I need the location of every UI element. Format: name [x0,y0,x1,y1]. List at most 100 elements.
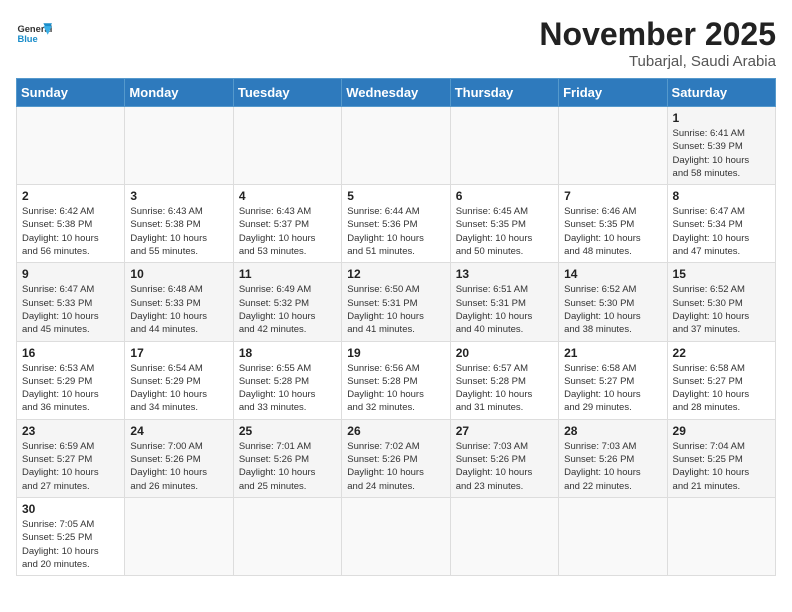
calendar-day-cell: 22 Sunrise: 6:58 AMSunset: 5:27 PMDayligh… [667,341,775,419]
day-info: Sunrise: 6:45 AMSunset: 5:35 PMDaylight:… [456,205,553,258]
weekday-header-row: SundayMondayTuesdayWednesdayThursdayFrid… [17,79,776,107]
calendar-day-cell [125,497,233,575]
day-info: Sunrise: 6:55 AMSunset: 5:28 PMDaylight:… [239,362,336,415]
calendar-day-cell: 11 Sunrise: 6:49 AMSunset: 5:32 PMDayligh… [233,263,341,341]
calendar-day-cell: 30 Sunrise: 7:05 AMSunset: 5:25 PMDayligh… [17,497,125,575]
calendar-day-cell: 18 Sunrise: 6:55 AMSunset: 5:28 PMDayligh… [233,341,341,419]
title-section: November 2025 Tubarjal, Saudi Arabia [539,16,776,70]
day-number: 7 [564,189,661,203]
day-info: Sunrise: 6:47 AMSunset: 5:33 PMDaylight:… [22,283,119,336]
day-info: Sunrise: 7:05 AMSunset: 5:25 PMDaylight:… [22,518,119,571]
day-info: Sunrise: 6:43 AMSunset: 5:38 PMDaylight:… [130,205,227,258]
day-info: Sunrise: 6:49 AMSunset: 5:32 PMDaylight:… [239,283,336,336]
calendar-day-cell [559,107,667,185]
calendar-day-cell [233,107,341,185]
calendar-day-cell [342,497,450,575]
day-info: Sunrise: 6:58 AMSunset: 5:27 PMDaylight:… [564,362,661,415]
calendar-day-cell: 27 Sunrise: 7:03 AMSunset: 5:26 PMDayligh… [450,419,558,497]
day-number: 12 [347,267,444,281]
day-number: 24 [130,424,227,438]
calendar-day-cell: 10 Sunrise: 6:48 AMSunset: 5:33 PMDayligh… [125,263,233,341]
svg-text:Blue: Blue [17,34,37,44]
calendar-table: SundayMondayTuesdayWednesdayThursdayFrid… [16,78,776,576]
day-info: Sunrise: 6:54 AMSunset: 5:29 PMDaylight:… [130,362,227,415]
calendar-day-cell: 21Sunrise: 6:58 AMSunset: 5:27 PMDayligh… [559,341,667,419]
calendar-day-cell: 3 Sunrise: 6:43 AMSunset: 5:38 PMDaylight… [125,185,233,263]
location-subtitle: Tubarjal, Saudi Arabia [539,53,776,70]
day-number: 13 [456,267,553,281]
day-info: Sunrise: 6:41 AMSunset: 5:39 PMDaylight:… [673,127,770,180]
day-info: Sunrise: 6:44 AMSunset: 5:36 PMDaylight:… [347,205,444,258]
day-number: 16 [22,346,119,360]
day-number: 9 [22,267,119,281]
calendar-day-cell: 12 Sunrise: 6:50 AMSunset: 5:31 PMDayligh… [342,263,450,341]
day-info: Sunrise: 6:50 AMSunset: 5:31 PMDaylight:… [347,283,444,336]
day-number: 3 [130,189,227,203]
day-number: 2 [22,189,119,203]
day-info: Sunrise: 6:51 AMSunset: 5:31 PMDaylight:… [456,283,553,336]
day-number: 10 [130,267,227,281]
calendar-day-cell: 28Sunrise: 7:03 AMSunset: 5:26 PMDayligh… [559,419,667,497]
calendar-day-cell [125,107,233,185]
calendar-week-row: 9 Sunrise: 6:47 AMSunset: 5:33 PMDaylight… [17,263,776,341]
calendar-day-cell: 7 Sunrise: 6:46 AMSunset: 5:35 PMDaylight… [559,185,667,263]
calendar-week-row: 16 Sunrise: 6:53 AMSunset: 5:29 PMDayligh… [17,341,776,419]
weekday-header-saturday: Saturday [667,79,775,107]
calendar-week-row: 23Sunrise: 6:59 AMSunset: 5:27 PMDayligh… [17,419,776,497]
day-info: Sunrise: 6:48 AMSunset: 5:33 PMDaylight:… [130,283,227,336]
calendar-week-row: 2Sunrise: 6:42 AMSunset: 5:38 PMDaylight… [17,185,776,263]
calendar-day-cell: 1 Sunrise: 6:41 AMSunset: 5:39 PMDaylight… [667,107,775,185]
day-number: 22 [673,346,770,360]
day-info: Sunrise: 7:03 AMSunset: 5:26 PMDaylight:… [564,440,661,493]
day-info: Sunrise: 7:02 AMSunset: 5:26 PMDaylight:… [347,440,444,493]
day-number: 26 [347,424,444,438]
calendar-day-cell: 19Sunrise: 6:56 AMSunset: 5:28 PMDayligh… [342,341,450,419]
day-info: Sunrise: 7:04 AMSunset: 5:25 PMDaylight:… [673,440,770,493]
day-info: Sunrise: 6:43 AMSunset: 5:37 PMDaylight:… [239,205,336,258]
calendar-day-cell: 4 Sunrise: 6:43 AMSunset: 5:37 PMDaylight… [233,185,341,263]
day-info: Sunrise: 6:52 AMSunset: 5:30 PMDaylight:… [673,283,770,336]
day-number: 18 [239,346,336,360]
calendar-day-cell: 9 Sunrise: 6:47 AMSunset: 5:33 PMDaylight… [17,263,125,341]
calendar-day-cell [17,107,125,185]
day-info: Sunrise: 6:46 AMSunset: 5:35 PMDaylight:… [564,205,661,258]
day-number: 1 [673,111,770,125]
calendar-day-cell: 16 Sunrise: 6:53 AMSunset: 5:29 PMDayligh… [17,341,125,419]
day-number: 27 [456,424,553,438]
calendar-day-cell: 13 Sunrise: 6:51 AMSunset: 5:31 PMDayligh… [450,263,558,341]
day-info: Sunrise: 6:52 AMSunset: 5:30 PMDaylight:… [564,283,661,336]
day-info: Sunrise: 7:03 AMSunset: 5:26 PMDaylight:… [456,440,553,493]
weekday-header-thursday: Thursday [450,79,558,107]
day-number: 11 [239,267,336,281]
calendar-day-cell: 15 Sunrise: 6:52 AMSunset: 5:30 PMDayligh… [667,263,775,341]
day-info: Sunrise: 6:58 AMSunset: 5:27 PMDaylight:… [673,362,770,415]
logo: General Blue [16,16,52,52]
weekday-header-wednesday: Wednesday [342,79,450,107]
calendar-week-row: 30 Sunrise: 7:05 AMSunset: 5:25 PMDayligh… [17,497,776,575]
calendar-day-cell: 24Sunrise: 7:00 AMSunset: 5:26 PMDayligh… [125,419,233,497]
calendar-day-cell: 25 Sunrise: 7:01 AMSunset: 5:26 PMDayligh… [233,419,341,497]
day-number: 29 [673,424,770,438]
calendar-day-cell [342,107,450,185]
month-year-title: November 2025 [539,16,776,53]
calendar-week-row: 1 Sunrise: 6:41 AMSunset: 5:39 PMDaylight… [17,107,776,185]
day-number: 25 [239,424,336,438]
calendar-day-cell: 29 Sunrise: 7:04 AMSunset: 5:25 PMDayligh… [667,419,775,497]
day-info: Sunrise: 7:01 AMSunset: 5:26 PMDaylight:… [239,440,336,493]
day-number: 20 [456,346,553,360]
day-number: 19 [347,346,444,360]
day-number: 30 [22,502,119,516]
calendar-day-cell: 20Sunrise: 6:57 AMSunset: 5:28 PMDayligh… [450,341,558,419]
calendar-day-cell: 6Sunrise: 6:45 AMSunset: 5:35 PMDaylight… [450,185,558,263]
page-header: General Blue November 2025 Tubarjal, Sau… [16,16,776,70]
day-info: Sunrise: 6:53 AMSunset: 5:29 PMDaylight:… [22,362,119,415]
logo-icon: General Blue [16,16,52,52]
day-number: 4 [239,189,336,203]
weekday-header-sunday: Sunday [17,79,125,107]
calendar-day-cell [450,497,558,575]
weekday-header-friday: Friday [559,79,667,107]
day-number: 15 [673,267,770,281]
calendar-day-cell [559,497,667,575]
calendar-day-cell: 8Sunrise: 6:47 AMSunset: 5:34 PMDaylight… [667,185,775,263]
calendar-day-cell: 2Sunrise: 6:42 AMSunset: 5:38 PMDaylight… [17,185,125,263]
